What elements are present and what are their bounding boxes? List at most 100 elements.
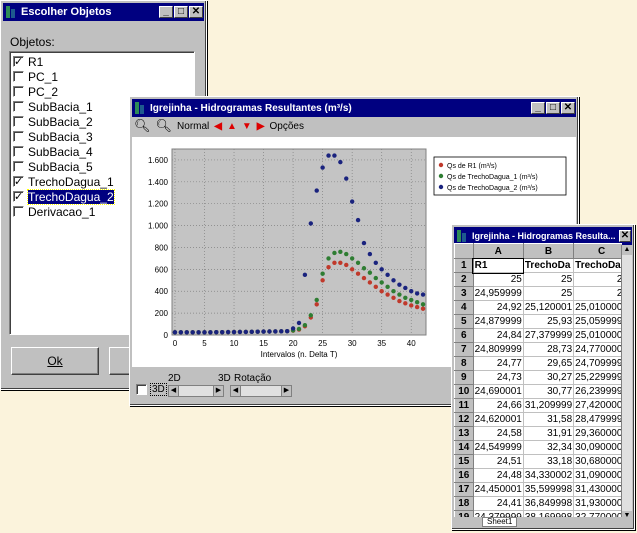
grid-cell[interactable]: 30,27 [522,370,575,385]
row-header[interactable]: 2 [454,272,474,287]
column-header[interactable]: A [472,243,524,259]
row-header[interactable]: 8 [454,356,474,371]
grid-cell[interactable]: 24,92 [472,300,524,315]
object-checkbox[interactable]: ✓ [13,56,24,68]
grid-cell[interactable]: 24,48 [472,468,524,483]
grid-cell[interactable]: 31,91 [522,426,575,441]
grid-cell[interactable]: 31,9300003 [573,496,622,511]
object-item[interactable]: PC_1 [10,69,194,84]
object-checkbox[interactable] [13,131,24,142]
grid-cell[interactable]: TrechoDa [522,258,575,273]
grid-cell[interactable]: 30,77 [522,384,575,399]
object-checkbox[interactable]: ✓ [13,191,24,203]
grid-cell[interactable]: 30,0900002 [573,440,622,455]
grid-cell[interactable]: 24,66 [472,398,524,413]
grid-cell[interactable]: 24,41 [472,496,524,511]
arrow-left-icon[interactable]: ◀ [214,121,222,132]
grid-cell[interactable]: 24,879999 [472,314,524,329]
options-button[interactable]: Opções [269,121,303,132]
row-header[interactable]: 7 [454,342,474,357]
grid-cell[interactable]: 27,379999 [522,328,575,343]
grid-cell[interactable]: 27,4200001 [573,398,622,413]
grid-cell[interactable]: 31,58 [522,412,575,427]
grid-cell[interactable]: 24,7099991 [573,356,622,371]
grid-cell[interactable]: 36,849998 [522,496,575,511]
object-checkbox[interactable] [13,71,24,82]
grid-cell[interactable]: 25,120001 [522,300,575,315]
grid-cell[interactable]: 24,549999 [472,440,524,455]
arrow-down-icon[interactable]: ▼ [242,121,252,132]
grid-cell[interactable]: 32,34 [522,440,575,455]
grid-cell[interactable]: 25 [573,272,622,287]
row-header[interactable]: 5 [454,314,474,329]
object-item[interactable]: ✓ R1 [10,54,194,69]
maximize-button[interactable]: □ [546,102,560,114]
row-header[interactable]: 10 [454,384,474,399]
grid-cell[interactable]: 24,959999 [472,286,524,301]
grid-cell[interactable]: 33,18 [522,454,575,469]
row-header[interactable]: 6 [454,328,474,343]
grid-cell[interactable]: 28,4799995 [573,412,622,427]
vertical-scrollbar[interactable]: ▲ ▼ [621,245,632,521]
grid-cell[interactable]: 35,599998 [522,482,575,497]
row-header[interactable]: 9 [454,370,474,385]
grid-cell[interactable]: 25 [573,286,622,301]
zoom-out-icon[interactable]: 🔍︎ [156,118,173,134]
row-header[interactable]: 17 [454,482,474,497]
row-header[interactable]: 14 [454,440,474,455]
minimize-button[interactable]: _ [159,6,173,18]
row-header[interactable]: 15 [454,454,474,469]
row-header[interactable]: 12 [454,412,474,427]
grid-cell[interactable]: 29,65 [522,356,575,371]
grid-cell[interactable]: 24,51 [472,454,524,469]
grid-cell[interactable]: 24,809999 [472,342,524,357]
grid-cell[interactable]: 25,0100002 [573,300,622,315]
row-header[interactable]: 13 [454,426,474,441]
grid-cell[interactable]: 24,7700005 [573,342,622,357]
close-button[interactable]: ✕ [189,6,203,18]
grid-cell[interactable]: 24,620001 [472,412,524,427]
grid-cell[interactable]: 24,450001 [472,482,524,497]
grid-cell[interactable]: 24,690001 [472,384,524,399]
row-header[interactable]: 3 [454,286,474,301]
zoom-in-icon[interactable]: 🔍︎ [134,118,151,134]
grid-cell[interactable]: 31,4300003 [573,482,622,497]
maximize-button[interactable]: □ [174,6,188,18]
chart-titlebar[interactable]: Igrejinha - Hidrogramas Resultantes (m³/… [132,99,576,117]
column-header[interactable]: B [522,243,575,259]
row-header[interactable]: 11 [454,398,474,413]
arrow-right-icon[interactable]: ▶ [257,121,265,132]
grid-cell[interactable]: 25,93 [522,314,575,329]
ok-button[interactable]: Ok [11,347,99,375]
column-header[interactable]: C [573,243,622,259]
grid-cell[interactable]: 30,6800003 [573,454,622,469]
object-checkbox[interactable] [13,161,24,172]
checkbox-3d[interactable] [136,384,147,395]
sheet-tab[interactable]: Sheet1 [482,517,518,527]
grid-cell[interactable]: 24,77 [472,356,524,371]
grid-cell[interactable]: 24,84 [472,328,524,343]
arrow-up-icon[interactable]: ▲ [227,121,237,132]
row-header[interactable]: 18 [454,496,474,511]
normal-button[interactable]: Normal [177,121,209,132]
close-button[interactable]: ✕ [561,102,575,114]
grid-cell[interactable]: TrechoDag [573,258,622,273]
grid-cell[interactable]: 31,0900002 [573,468,622,483]
grid-cell[interactable]: 24,58 [472,426,524,441]
slider-rotation[interactable]: ◀ ▶ [230,385,292,397]
grid-cell[interactable]: 26,2399998 [573,384,622,399]
grid-cell[interactable]: 31,209999 [522,398,575,413]
object-checkbox[interactable] [13,206,24,217]
grid-cell[interactable]: 25 [522,286,575,301]
spreadsheet-grid[interactable]: ABC1R1TrechoDaTrechoDag2252525324,959999… [454,243,622,519]
object-checkbox[interactable] [13,116,24,127]
grid-cell[interactable]: R1 [472,257,525,274]
row-header[interactable]: 16 [454,468,474,483]
object-checkbox[interactable]: ✓ [13,176,24,188]
grid-cell[interactable]: 25,0100002 [573,328,622,343]
grid-cell[interactable]: 34,330002 [522,468,575,483]
grid-cell[interactable]: 24,73 [472,370,524,385]
grid-cell[interactable]: 29,3600006 [573,426,622,441]
object-checkbox[interactable] [13,146,24,157]
grid-cell[interactable]: 25 [522,272,575,287]
